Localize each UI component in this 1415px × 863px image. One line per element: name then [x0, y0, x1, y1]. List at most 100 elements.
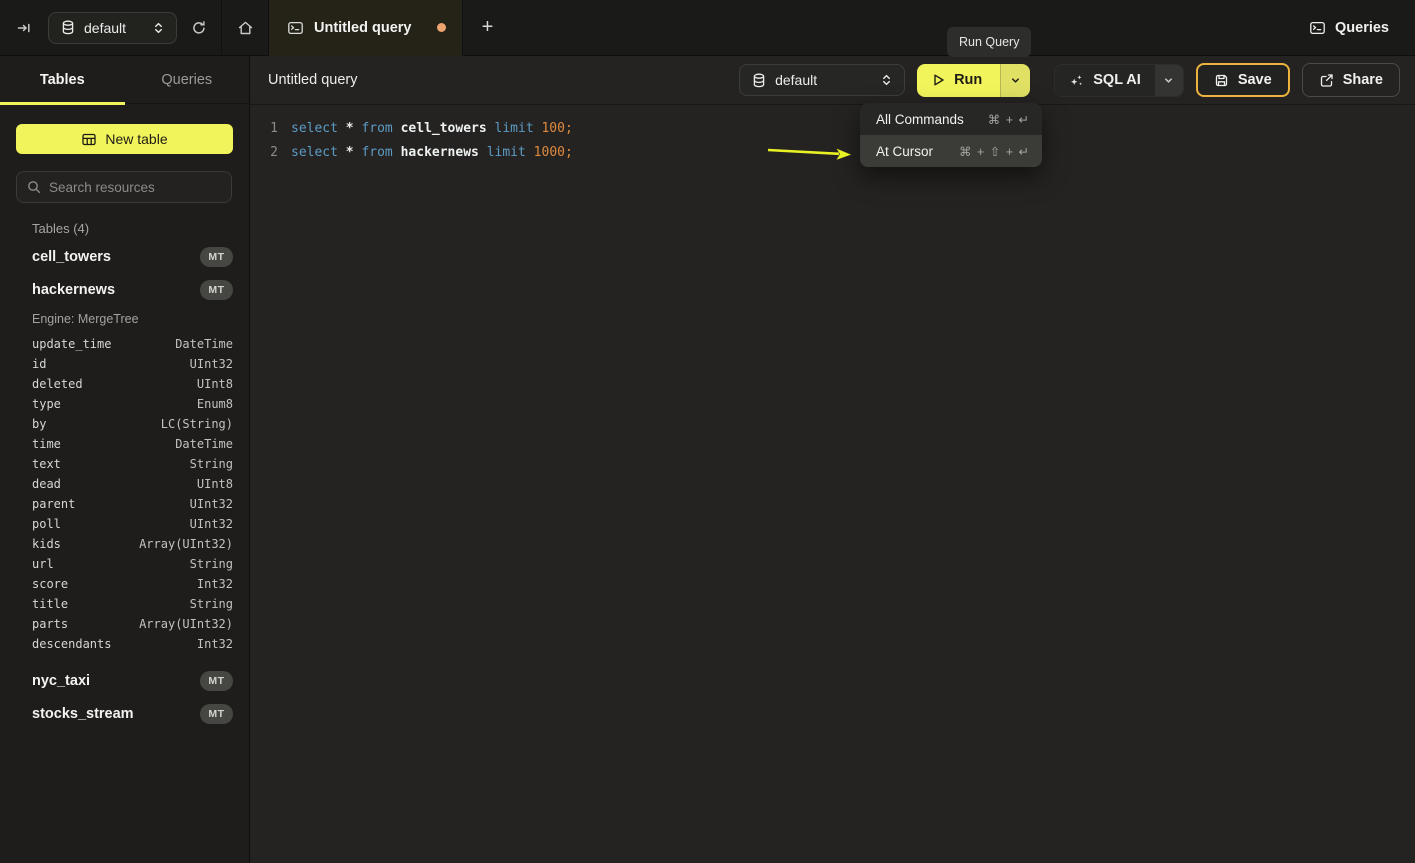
tables-section-label: Tables (4) [16, 221, 233, 236]
column-row: kids Array(UInt32) [16, 534, 233, 554]
run-query-tooltip: Run Query [947, 27, 1031, 57]
run-options-button[interactable] [1000, 64, 1030, 97]
share-button-label: Share [1343, 72, 1383, 88]
collapse-sidebar-button[interactable] [0, 0, 48, 56]
unsaved-dot-icon [437, 23, 446, 32]
column-name: dead [32, 477, 61, 491]
new-table-label: New table [105, 131, 167, 147]
pane-database-selector[interactable]: default [739, 64, 905, 96]
refresh-button[interactable] [177, 0, 221, 56]
query-pane-header: Untitled query default [250, 56, 1415, 105]
top-bar: default Untitled query [0, 0, 1415, 56]
column-name: kids [32, 537, 61, 551]
editor-line[interactable]: 2select * from hackernews limit 1000; [250, 140, 1415, 164]
play-icon [932, 73, 945, 87]
updown-chevron-icon [881, 73, 892, 87]
search-input[interactable] [49, 180, 226, 195]
code-token: from [361, 121, 392, 136]
column-row: poll UInt32 [16, 514, 233, 534]
table-row[interactable]: hackernews MT [16, 273, 233, 306]
code-token [487, 121, 495, 136]
topbar-database-selector[interactable]: default [48, 12, 177, 44]
column-row: byLC(String) [16, 414, 233, 434]
tab-title: Untitled query [314, 20, 427, 36]
run-button[interactable]: Run [917, 64, 1000, 97]
table-row[interactable]: nyc_taxi MT [16, 664, 233, 697]
table-name: cell_towers [32, 249, 111, 265]
database-icon [752, 73, 766, 88]
table-name: stocks_stream [32, 706, 134, 722]
queries-button[interactable]: Queries [1309, 20, 1389, 36]
save-button-label: Save [1238, 72, 1272, 88]
table-engine-label: Engine: MergeTree [16, 306, 233, 331]
query-toolbar: default Run [739, 63, 1400, 97]
table-row[interactable]: stocks_streamMT [16, 697, 233, 730]
column-row: deletedUInt8 [16, 374, 233, 394]
code-token: hackernews [401, 145, 479, 160]
sparkles-icon [1069, 73, 1084, 88]
table-name: hackernews [32, 282, 115, 298]
sql-ai-options-button[interactable] [1155, 65, 1183, 96]
column-row: partsArray(UInt32) [16, 614, 233, 634]
search-box [16, 171, 232, 203]
external-link-icon [1319, 73, 1334, 88]
code-token: select [291, 145, 338, 160]
home-icon [237, 20, 254, 36]
column-row: parent UInt32 [16, 494, 233, 514]
home-button[interactable] [222, 0, 268, 56]
sidebar-tab-queries[interactable]: Queries [125, 56, 250, 103]
line-number: 1 [250, 121, 278, 136]
engine-badge: MT [200, 671, 233, 691]
column-name: parts [32, 617, 68, 631]
query-pane: Untitled query default [250, 56, 1415, 863]
column-name: parent [32, 497, 75, 511]
updown-chevron-icon [153, 21, 164, 35]
menu-item-at-cursor[interactable]: At Cursor⌘ + ⇧ + ↵ [860, 135, 1042, 167]
console-icon [1309, 20, 1326, 36]
column-row: urlString [16, 554, 233, 574]
column-name: poll [32, 517, 61, 531]
new-tab-button[interactable]: + [463, 0, 511, 56]
editor-line[interactable]: 1select * from cell_towers limit 100; [250, 116, 1415, 140]
code-text: select * from hackernews limit 1000; [278, 145, 573, 160]
run-button-label: Run [954, 72, 982, 88]
table-name: nyc_taxi [32, 673, 90, 689]
sql-editor[interactable]: 1select * from cell_towers limit 100;2se… [250, 105, 1415, 164]
column-type: Enum8 [197, 397, 233, 411]
pane-database-value: default [775, 72, 817, 88]
column-type: UInt32 [190, 517, 233, 531]
code-token: * [346, 121, 354, 136]
table-columns: update_timeDateTimeidUInt32deletedUInt8t… [16, 331, 233, 664]
sql-ai-button[interactable]: SQL AI [1055, 65, 1155, 96]
code-token [526, 145, 534, 160]
column-type: UInt8 [197, 477, 233, 491]
code-token: select [291, 121, 338, 136]
column-name: by [32, 417, 46, 431]
chevron-down-icon [1010, 75, 1021, 86]
column-type: DateTime [175, 437, 233, 451]
new-table-button[interactable]: New table [16, 124, 233, 154]
code-token: 100 [541, 121, 564, 136]
engine-badge: MT [200, 280, 233, 300]
refresh-icon [191, 20, 207, 36]
column-type: DateTime [175, 337, 233, 351]
tab-untitled-query[interactable]: Untitled query [268, 0, 463, 56]
table-row[interactable]: cell_towersMT [16, 240, 233, 273]
code-token: ; [565, 121, 573, 136]
menu-item-all-commands[interactable]: All Commands⌘ + ↵ [860, 103, 1042, 135]
column-name: deleted [32, 377, 83, 391]
database-selector-value: default [84, 20, 144, 36]
sidebar-tabs: Tables Queries [0, 56, 249, 104]
save-button[interactable]: Save [1196, 63, 1290, 97]
column-type: UInt32 [190, 497, 233, 511]
column-name: descendants [32, 637, 111, 651]
column-type: String [190, 597, 233, 611]
share-button[interactable]: Share [1302, 63, 1400, 97]
sidebar-tab-tables[interactable]: Tables [0, 56, 125, 103]
sql-ai-button-group: SQL AI [1054, 64, 1184, 97]
code-text: select * from cell_towers limit 100; [278, 121, 573, 136]
chevron-down-icon [1163, 75, 1174, 86]
terminal-icon [287, 20, 304, 36]
column-type: Array(UInt32) [139, 537, 233, 551]
code-token [338, 121, 346, 136]
